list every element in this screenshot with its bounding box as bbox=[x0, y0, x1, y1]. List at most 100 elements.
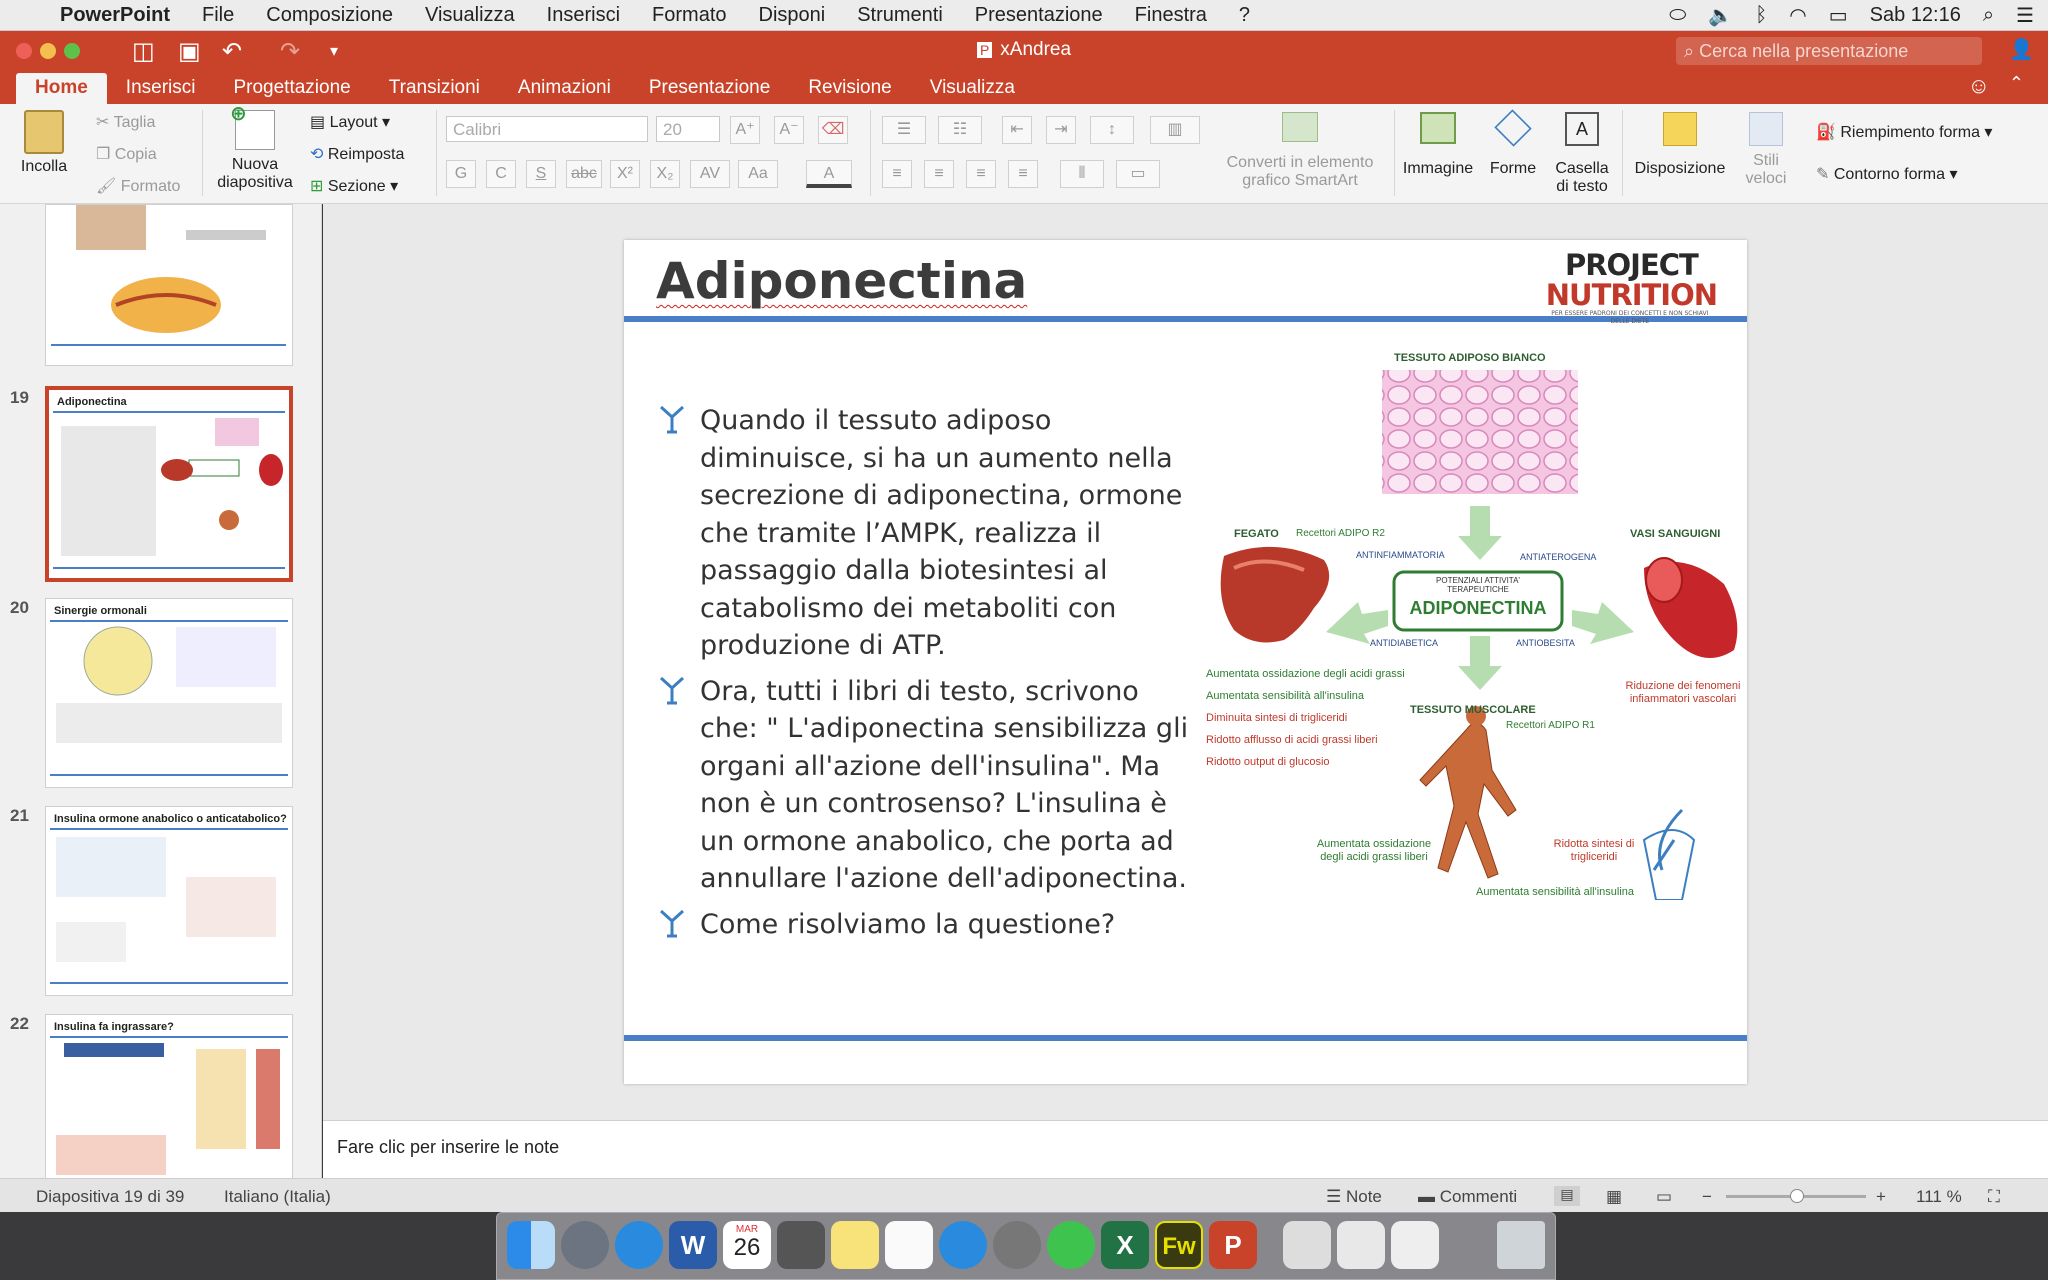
shape-fill-button[interactable]: ⛽ Riempimento forma ▾ bbox=[1816, 122, 1992, 142]
decrease-font-size-button[interactable]: A⁻ bbox=[774, 116, 804, 144]
shape-outline-button[interactable]: ✎ Contorno forma ▾ bbox=[1816, 164, 1958, 184]
tab-progettazione[interactable]: Progettazione bbox=[214, 73, 369, 104]
app-store-icon[interactable] bbox=[939, 1221, 987, 1269]
launchpad-icon[interactable] bbox=[561, 1221, 609, 1269]
bluetooth-icon[interactable]: ᛒ bbox=[1755, 4, 1767, 27]
word-icon[interactable]: W bbox=[669, 1221, 717, 1269]
zoom-slider-thumb[interactable] bbox=[1790, 1189, 1804, 1203]
convert-smartart-button[interactable]: Converti in elemento grafico SmartArt bbox=[1220, 112, 1380, 190]
slide-thumbnail-pane[interactable]: 19 Adiponectina 20 Sinergie ormonali 21 … bbox=[0, 204, 322, 1178]
menu-composizione[interactable]: Composizione bbox=[250, 4, 409, 27]
slide-thumbnail-18[interactable] bbox=[45, 204, 293, 366]
increase-indent-button[interactable]: ⇥ bbox=[1046, 116, 1076, 144]
tab-animazioni[interactable]: Animazioni bbox=[499, 73, 630, 104]
safari-icon[interactable] bbox=[615, 1221, 663, 1269]
current-slide[interactable]: Adiponectina PROJECT NUTRITION PER ESSER… bbox=[624, 240, 1747, 1084]
whatsapp-icon[interactable] bbox=[1047, 1221, 1095, 1269]
columns-button[interactable]: ▥ bbox=[1150, 116, 1200, 144]
zoom-out-button[interactable]: − bbox=[1702, 1187, 1712, 1207]
slide-thumbnail-21[interactable]: Insulina ormone anabolico o anticataboli… bbox=[45, 806, 293, 996]
notification-center-icon[interactable]: ☰ bbox=[2016, 3, 2034, 28]
font-size-select[interactable]: 20 bbox=[656, 116, 720, 142]
change-case-button[interactable]: Aa bbox=[738, 160, 778, 188]
increase-font-size-button[interactable]: A⁺ bbox=[730, 116, 760, 144]
zoom-slider[interactable] bbox=[1726, 1189, 1866, 1203]
wifi-icon[interactable]: ◠ bbox=[1789, 3, 1806, 28]
notes-toggle[interactable]: ☰ Note bbox=[1326, 1187, 1382, 1207]
volume-icon[interactable]: 🔈 bbox=[1708, 3, 1733, 28]
numbering-button[interactable]: ☷ bbox=[938, 116, 982, 144]
tab-presentazione[interactable]: Presentazione bbox=[630, 73, 789, 104]
slide-thumbnail-19[interactable]: Adiponectina bbox=[45, 386, 293, 582]
slide-thumbnail-20[interactable]: Sinergie ormonali bbox=[45, 598, 293, 788]
character-spacing-button[interactable]: AV bbox=[690, 160, 730, 188]
slide-body-text[interactable]: Quando il tessuto adiposo diminuisce, si… bbox=[659, 402, 1200, 951]
calculator-icon[interactable] bbox=[777, 1221, 825, 1269]
zoom-in-button[interactable]: + bbox=[1876, 1187, 1886, 1207]
menu-app[interactable]: PowerPoint bbox=[44, 4, 186, 27]
trash-icon[interactable] bbox=[1497, 1221, 1545, 1269]
slide-thumbnail-22[interactable]: Insulina fa ingrassare? bbox=[45, 1014, 293, 1178]
insert-shapes-button[interactable]: Forme bbox=[1482, 109, 1544, 178]
line-spacing-button[interactable]: ↕ bbox=[1090, 116, 1134, 144]
search-input[interactable]: ⌕ Cerca nella presentazione bbox=[1676, 37, 1982, 65]
excel-icon[interactable]: X bbox=[1101, 1221, 1149, 1269]
menu-disponi[interactable]: Disponi bbox=[743, 4, 842, 27]
adiponectin-diagram[interactable]: TESSUTO ADIPOSO BIANCO FEGATO Recettori … bbox=[1204, 340, 1747, 900]
text-direction-button[interactable]: ⫴ bbox=[1060, 160, 1104, 188]
calendar-icon[interactable]: MAR 26 bbox=[723, 1221, 771, 1269]
tab-inserisci[interactable]: Inserisci bbox=[107, 73, 215, 104]
notes-pane[interactable]: Fare clic per inserire le note bbox=[323, 1120, 2048, 1178]
feedback-smiley-icon[interactable]: ☺ bbox=[1968, 73, 1990, 99]
notes-app-icon[interactable] bbox=[831, 1221, 879, 1269]
battery-icon[interactable]: ▭ bbox=[1829, 3, 1848, 28]
new-slide-button[interactable]: ⊕ Nuova diapositiva bbox=[212, 104, 298, 192]
menu-presentazione[interactable]: Presentazione bbox=[959, 4, 1119, 27]
quick-styles-button[interactable]: Stili veloci bbox=[1736, 112, 1796, 188]
superscript-button[interactable]: X² bbox=[610, 160, 640, 188]
arrange-button[interactable]: Disposizione bbox=[1630, 112, 1730, 178]
align-left-button[interactable]: ≡ bbox=[882, 160, 912, 188]
font-color-button[interactable]: A bbox=[806, 160, 852, 188]
system-preferences-icon[interactable] bbox=[993, 1221, 1041, 1269]
decrease-indent-button[interactable]: ⇤ bbox=[1002, 116, 1032, 144]
reset-button[interactable]: ⟲ Reimposta bbox=[310, 144, 404, 164]
italic-button[interactable]: C bbox=[486, 160, 516, 188]
clear-formatting-button[interactable]: ⌫ bbox=[818, 116, 848, 144]
underline-button[interactable]: S bbox=[526, 160, 556, 188]
creative-cloud-icon[interactable]: ⬭ bbox=[1669, 4, 1686, 27]
align-center-button[interactable]: ≡ bbox=[924, 160, 954, 188]
justify-button[interactable]: ≡ bbox=[1008, 160, 1038, 188]
recent-document-icon[interactable] bbox=[1283, 1221, 1331, 1269]
menu-formato[interactable]: Formato bbox=[636, 4, 742, 27]
fit-slide-icon[interactable]: ⛶ bbox=[1988, 1187, 2000, 1207]
tab-transizioni[interactable]: Transizioni bbox=[370, 73, 499, 104]
strikethrough-button[interactable]: abc bbox=[566, 160, 602, 188]
menu-file[interactable]: File bbox=[186, 4, 250, 27]
align-right-button[interactable]: ≡ bbox=[966, 160, 996, 188]
subscript-button[interactable]: X₂ bbox=[650, 160, 680, 188]
section-button[interactable]: ⊞ Sezione ▾ bbox=[310, 176, 398, 196]
menu-visualizza[interactable]: Visualizza bbox=[409, 4, 531, 27]
slide-sorter-view-button[interactable]: ▦ bbox=[1606, 1187, 1622, 1207]
powerpoint-icon[interactable]: P bbox=[1209, 1221, 1257, 1269]
layout-button[interactable]: ▤ Layout ▾ bbox=[310, 112, 390, 132]
menu-help[interactable]: ? bbox=[1223, 4, 1266, 27]
copy-button[interactable]: ❐ Copia bbox=[96, 144, 157, 164]
slideshow-view-button[interactable]: ▭ bbox=[1656, 1187, 1672, 1207]
comments-toggle[interactable]: ▬ Commenti bbox=[1418, 1187, 1517, 1207]
reminders-icon[interactable] bbox=[885, 1221, 933, 1269]
finder-icon[interactable] bbox=[507, 1221, 555, 1269]
spotlight-icon[interactable]: ⌕ bbox=[1983, 4, 1994, 27]
zoom-level[interactable]: 111 % bbox=[1916, 1187, 1962, 1207]
normal-view-button[interactable]: ▤ bbox=[1554, 1186, 1580, 1206]
format-painter-button[interactable]: 🖌 Formato bbox=[96, 176, 180, 196]
font-name-select[interactable]: Calibri bbox=[446, 116, 648, 142]
recent-document-icon[interactable] bbox=[1337, 1221, 1385, 1269]
tab-home[interactable]: Home bbox=[16, 73, 107, 104]
paste-button[interactable]: Incolla bbox=[14, 110, 74, 176]
recent-document-icon[interactable] bbox=[1391, 1221, 1439, 1269]
insert-image-button[interactable]: Immagine bbox=[1400, 112, 1476, 178]
bullets-button[interactable]: ☰ bbox=[882, 116, 926, 144]
menu-finestra[interactable]: Finestra bbox=[1119, 4, 1223, 27]
